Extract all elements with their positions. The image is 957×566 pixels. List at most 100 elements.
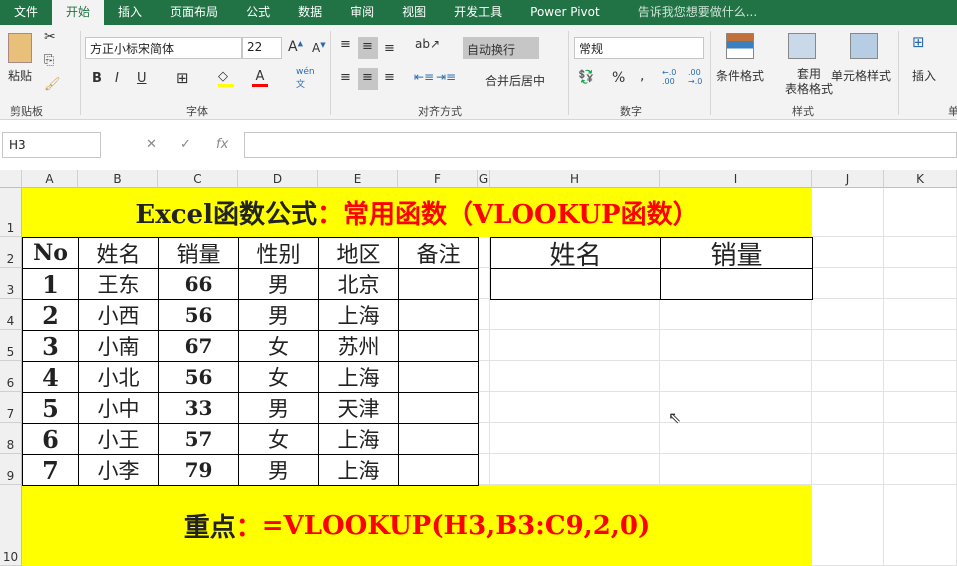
table-header-cell[interactable]: No — [22, 237, 79, 269]
table-cell[interactable]: 王东 — [78, 268, 159, 300]
column-header-F[interactable]: F — [398, 170, 478, 188]
row-header-4[interactable]: 4 — [0, 299, 22, 330]
table-cell[interactable] — [398, 268, 479, 300]
tab-9[interactable]: Power Pivot — [516, 0, 614, 25]
table-header-cell[interactable]: 性别 — [238, 237, 319, 269]
table-cell[interactable]: 天津 — [318, 392, 399, 424]
table-cell[interactable]: 女 — [238, 361, 319, 393]
table-cell[interactable] — [398, 392, 479, 424]
lookup-header-cell[interactable]: 姓名 — [490, 237, 661, 271]
enter-icon[interactable]: ✓ — [180, 137, 191, 152]
paste-button[interactable]: 粘贴 — [8, 67, 32, 84]
table-cell[interactable]: 苏州 — [318, 330, 399, 362]
italic-button[interactable]: I — [115, 71, 119, 86]
table-cell[interactable]: 79 — [158, 454, 239, 486]
table-cell[interactable]: 67 — [158, 330, 239, 362]
table-cell[interactable]: 男 — [238, 299, 319, 331]
table-cell[interactable]: 2 — [22, 299, 79, 331]
table-cell[interactable]: 小南 — [78, 330, 159, 362]
decrease-indent-icon[interactable]: ⇤≡ — [414, 70, 434, 84]
table-cell[interactable]: 5 — [22, 392, 79, 424]
wrap-text-button[interactable]: 自动换行 — [467, 41, 515, 58]
fill-color-icon[interactable]: ◇ — [218, 69, 234, 87]
table-header-cell[interactable]: 备注 — [398, 237, 479, 269]
table-cell[interactable]: 4 — [22, 361, 79, 393]
tab-1[interactable]: 开始 — [52, 0, 105, 25]
paste-icon[interactable] — [8, 33, 32, 63]
format-table-button[interactable]: 套用 表格格式 — [785, 67, 833, 97]
align-top-icon[interactable]: ≡ — [340, 37, 351, 52]
insert-cells-icon[interactable]: ⊞ — [912, 33, 925, 51]
table-cell[interactable]: 小中 — [78, 392, 159, 424]
copy-icon[interactable]: ⎘ — [44, 53, 54, 68]
table-header-cell[interactable]: 销量 — [158, 237, 239, 269]
table-cell[interactable]: 3 — [22, 330, 79, 362]
tab-2[interactable]: 插入 — [104, 0, 156, 25]
font-name-select[interactable]: 方正小标宋简体 — [85, 37, 242, 59]
row-header-9[interactable]: 9 — [0, 454, 22, 485]
row-header-5[interactable]: 5 — [0, 330, 22, 361]
tab-7[interactable]: 视图 — [388, 0, 440, 25]
row-header-6[interactable]: 6 — [0, 361, 22, 392]
table-cell[interactable]: 女 — [238, 330, 319, 362]
merge-center-button[interactable]: 合并后居中 — [485, 72, 545, 89]
column-header-B[interactable]: B — [78, 170, 158, 188]
table-cell[interactable]: 33 — [158, 392, 239, 424]
table-cell[interactable]: 上海 — [318, 423, 399, 455]
comma-icon[interactable]: , — [640, 68, 644, 84]
column-header-K[interactable]: K — [884, 170, 957, 188]
increase-indent-icon[interactable]: ⇥≡ — [436, 70, 456, 84]
conditional-format-icon[interactable] — [726, 33, 754, 59]
select-all-corner[interactable] — [0, 170, 22, 188]
table-cell[interactable]: 小西 — [78, 299, 159, 331]
column-header-G[interactable]: G — [478, 170, 490, 188]
align-bottom-icon[interactable]: ≡ — [384, 41, 395, 56]
table-cell[interactable] — [398, 299, 479, 331]
table-cell[interactable]: 北京 — [318, 268, 399, 300]
table-cell[interactable]: 66 — [158, 268, 239, 300]
table-cell[interactable]: 男 — [238, 392, 319, 424]
insert-cells-button[interactable]: 插入 — [912, 67, 936, 84]
lookup-header-cell[interactable]: 销量 — [660, 237, 813, 271]
align-middle-icon[interactable]: ≡ — [362, 39, 373, 54]
tab-5[interactable]: 数据 — [284, 0, 336, 25]
insert-function-icon[interactable]: fx — [216, 137, 228, 152]
table-cell[interactable] — [398, 423, 479, 455]
formula-input[interactable] — [244, 132, 957, 158]
row-header-8[interactable]: 8 — [0, 423, 22, 454]
column-header-H[interactable]: H — [490, 170, 660, 188]
table-cell[interactable]: 57 — [158, 423, 239, 455]
increase-font-icon[interactable]: A▲ — [288, 39, 303, 55]
table-cell[interactable]: 男 — [238, 268, 319, 300]
orientation-icon[interactable]: ab↗ — [415, 37, 440, 51]
table-cell[interactable] — [398, 330, 479, 362]
table-cell[interactable]: 上海 — [318, 361, 399, 393]
cancel-icon[interactable]: ✕ — [146, 137, 157, 152]
row-header-7[interactable]: 7 — [0, 392, 22, 423]
column-header-J[interactable]: J — [812, 170, 884, 188]
format-painter-icon[interactable]: 🖌 — [44, 77, 61, 92]
underline-button[interactable]: U — [137, 71, 147, 86]
table-cell[interactable]: 1 — [22, 268, 79, 300]
currency-icon[interactable]: 💱 — [578, 70, 594, 85]
table-cell[interactable]: 6 — [22, 423, 79, 455]
table-cell[interactable] — [398, 361, 479, 393]
format-table-icon[interactable] — [788, 33, 816, 59]
align-center-icon[interactable]: ≡ — [362, 70, 373, 85]
tab-3[interactable]: 页面布局 — [156, 0, 232, 25]
cut-icon[interactable]: ✂ — [44, 29, 56, 45]
table-cell[interactable]: 女 — [238, 423, 319, 455]
cell-styles-icon[interactable] — [850, 33, 878, 59]
lookup-value-cell[interactable] — [490, 268, 661, 300]
table-cell[interactable]: 小北 — [78, 361, 159, 393]
table-cell[interactable]: 56 — [158, 361, 239, 393]
tell-me-search[interactable]: 告诉我您想要做什么... — [624, 0, 771, 25]
table-cell[interactable] — [398, 454, 479, 486]
table-cell[interactable]: 56 — [158, 299, 239, 331]
phonetic-icon[interactable]: wén 文 — [296, 67, 315, 90]
column-header-E[interactable]: E — [318, 170, 398, 188]
font-color-icon[interactable]: A — [252, 69, 268, 87]
table-cell[interactable]: 小王 — [78, 423, 159, 455]
row-header-10[interactable]: 10 — [0, 485, 22, 566]
increase-decimal-icon[interactable]: ←.0.00 — [662, 68, 676, 86]
